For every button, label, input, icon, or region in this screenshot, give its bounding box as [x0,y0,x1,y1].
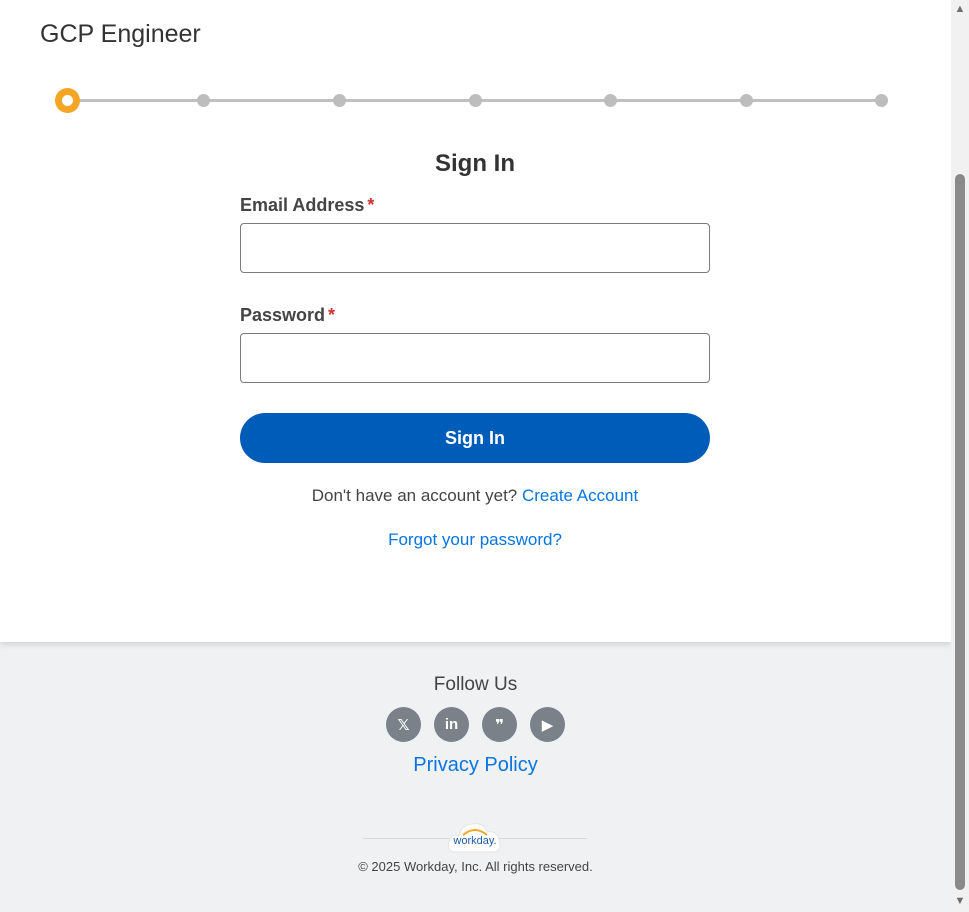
create-account-link[interactable]: Create Account [522,486,638,505]
step-3 [333,94,346,107]
x-twitter-icon[interactable]: 𝕏 [386,707,421,742]
linkedin-icon[interactable]: in [434,707,469,742]
step-2 [197,94,210,107]
blog-icon[interactable]: ❞ [482,707,517,742]
step-1-current [55,88,80,113]
no-account-text: Don't have an account yet? [311,486,518,505]
step-6 [740,94,753,107]
step-7 [875,94,888,107]
create-account-prompt: Don't have an account yet? Create Accoun… [240,486,710,506]
password-label: Password * [240,305,335,326]
page-title: GCP Engineer [40,20,201,48]
privacy-row: Privacy Policy [0,754,951,777]
progress-stepper [55,88,891,114]
copyright-text: © 2025 Workday, Inc. All rights reserved… [358,859,593,874]
email-field[interactable] [240,223,710,273]
email-label-text: Email Address [240,195,365,215]
workday-logo-text: workday. [453,835,497,847]
required-marker: * [328,305,336,325]
social-links: 𝕏 in ❞ ▶ [386,707,565,742]
scrollbar-thumb[interactable] [955,174,965,890]
sign-in-card: GCP Engineer Sign In Email Address * Pass… [0,0,951,642]
scroll-down-icon[interactable]: ▼ [954,896,966,907]
scroll-up-icon[interactable]: ▲ [954,4,966,15]
vertical-scrollbar[interactable]: ▲ ▼ [951,0,969,912]
password-label-text: Password [240,305,326,325]
sign-in-heading: Sign In [435,150,515,177]
forgot-password-link[interactable]: Forgot your password? [388,530,562,549]
password-field[interactable] [240,333,710,383]
youtube-icon[interactable]: ▶ [530,707,565,742]
sign-in-button[interactable]: Sign In [240,413,710,463]
step-4 [469,94,482,107]
required-marker: * [367,195,375,215]
forgot-password-row: Forgot your password? [240,530,710,550]
follow-us-label: Follow Us [433,674,518,695]
privacy-policy-link[interactable]: Privacy Policy [413,754,537,776]
step-5 [604,94,617,107]
email-label: Email Address * [240,195,374,216]
